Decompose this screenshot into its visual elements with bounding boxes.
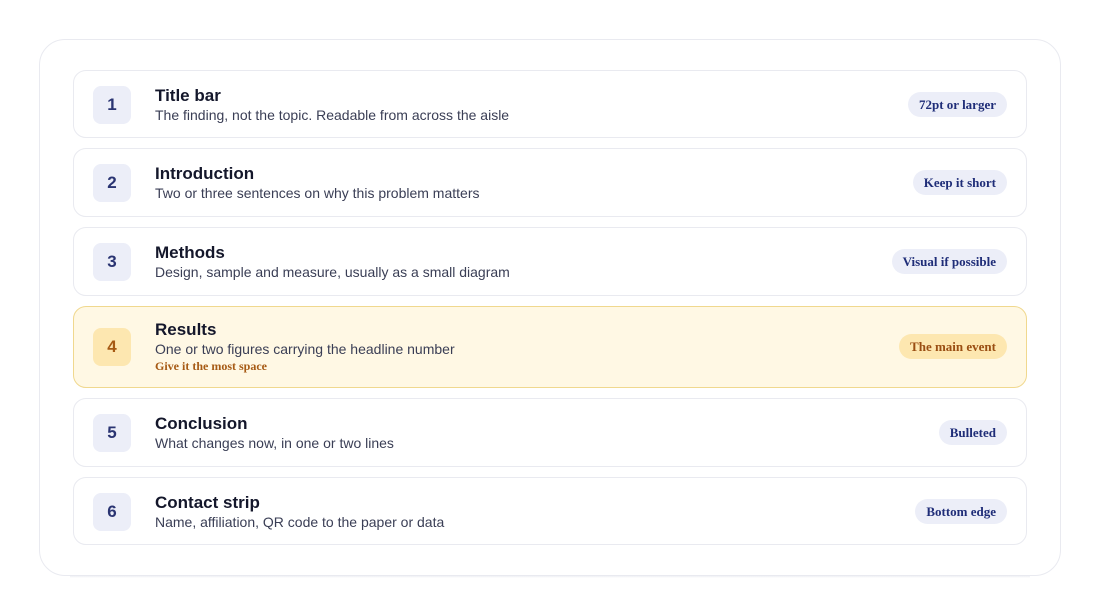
step-badge: Bulleted: [938, 420, 1007, 445]
step-row-introduction: 2 Introduction Two or three sentences on…: [73, 148, 1027, 217]
step-title: Results: [155, 320, 217, 339]
step-badge: Visual if possible: [891, 249, 1007, 274]
step-note: Give it the most space: [155, 359, 267, 373]
step-text: Title bar The finding, not the topic. Re…: [155, 86, 509, 124]
step-description: Two or three sentences on why this probl…: [155, 185, 480, 201]
step-description: The finding, not the topic. Readable fro…: [155, 107, 510, 123]
step-text: Conclusion What changes now, in one or t…: [155, 414, 394, 452]
step-description: One or two figures carrying the headline…: [155, 341, 455, 357]
step-row-methods: 3 Methods Design, sample and measure, us…: [73, 227, 1027, 296]
step-number: 1: [93, 86, 131, 124]
step-text: Introduction Two or three sentences on w…: [155, 164, 479, 202]
step-title: Introduction: [155, 164, 255, 183]
step-number: 6: [93, 493, 131, 531]
step-badge: The main event: [899, 334, 1007, 359]
step-number: 2: [93, 164, 131, 202]
step-title: Title bar: [155, 86, 221, 105]
step-text: Contact strip Name, affiliation, QR code…: [155, 493, 444, 531]
step-badge: Keep it short: [912, 170, 1007, 195]
step-row-contact-strip: 6 Contact strip Name, affiliation, QR co…: [73, 477, 1027, 545]
step-row-title-bar: 1 Title bar The finding, not the topic. …: [73, 70, 1027, 138]
step-text: Results One or two figures carrying the …: [155, 320, 455, 374]
step-badge: Bottom edge: [915, 499, 1007, 524]
step-text: Methods Design, sample and measure, usua…: [155, 243, 510, 281]
step-row-conclusion: 5 Conclusion What changes now, in one or…: [73, 398, 1027, 467]
step-description: Design, sample and measure, usually as a…: [155, 264, 510, 280]
step-title: Conclusion: [155, 414, 248, 433]
step-title: Methods: [155, 243, 225, 262]
step-number: 5: [93, 414, 131, 452]
step-badge: 72pt or larger: [907, 92, 1007, 117]
step-title: Contact strip: [155, 493, 260, 512]
step-row-results: 4 Results One or two figures carrying th…: [73, 306, 1027, 388]
step-number: 3: [93, 243, 131, 281]
step-number: 4: [93, 328, 131, 366]
step-description: Name, affiliation, QR code to the paper …: [155, 514, 445, 530]
step-description: What changes now, in one or two lines: [155, 435, 394, 451]
